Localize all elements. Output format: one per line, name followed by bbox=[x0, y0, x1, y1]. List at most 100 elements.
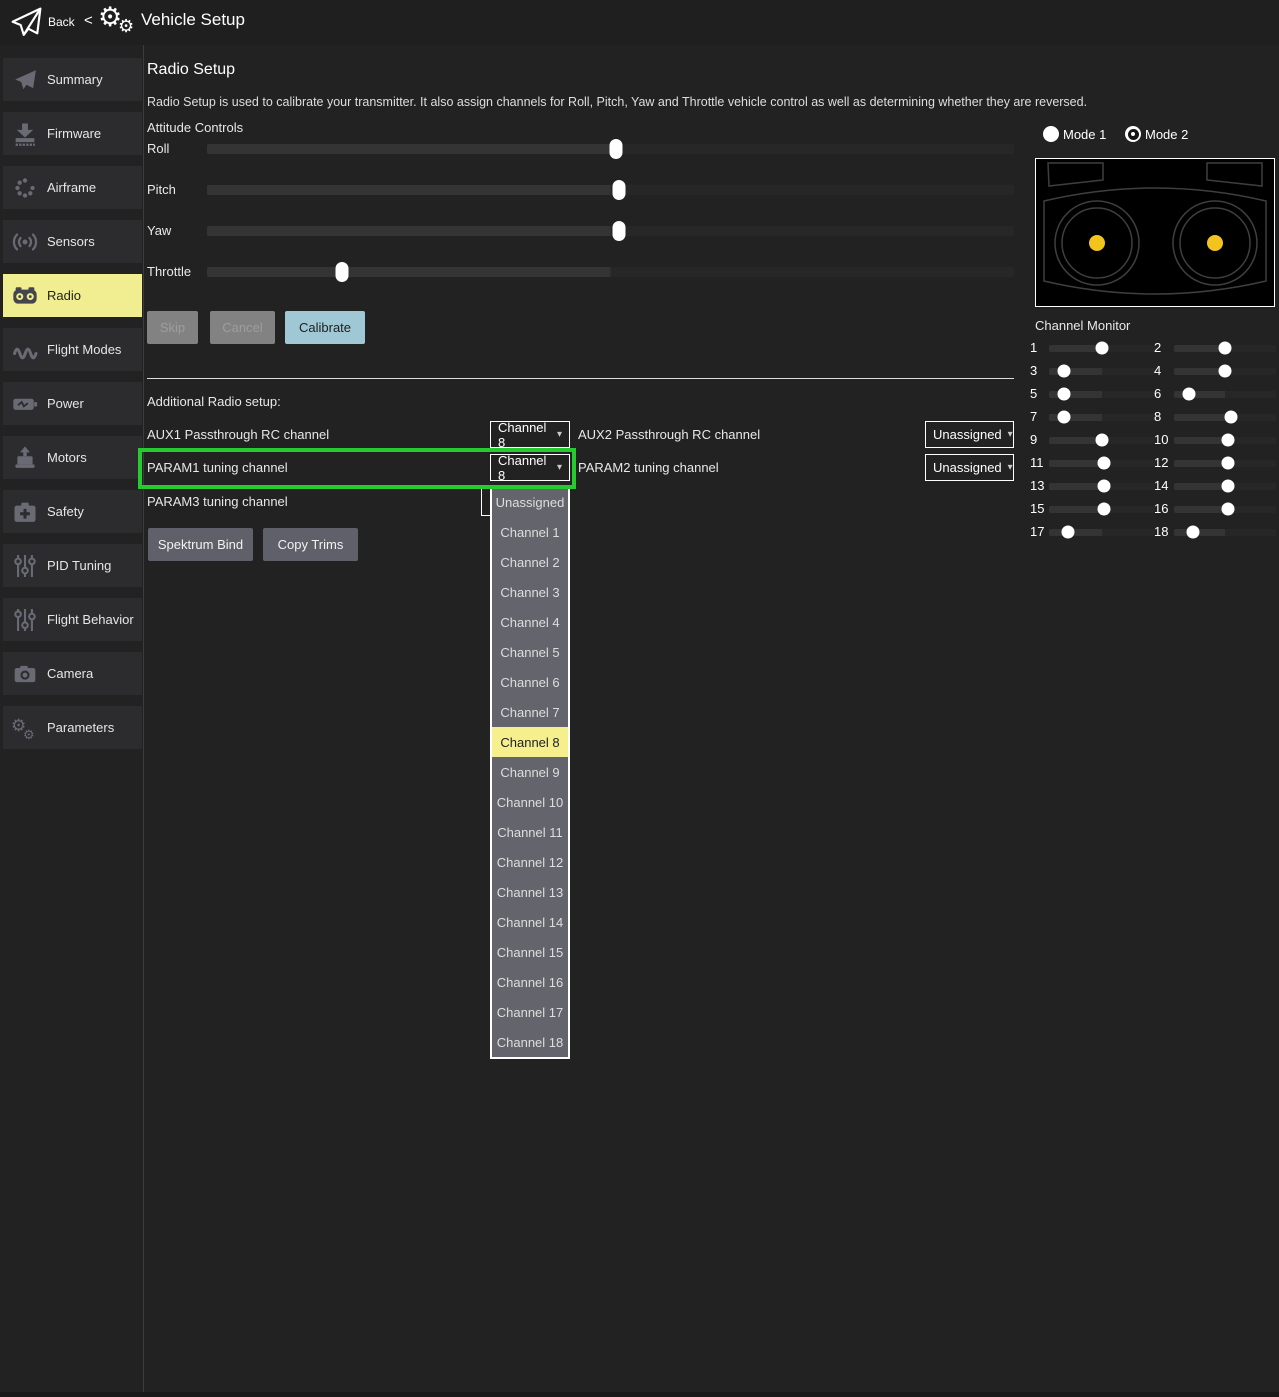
caret-down-icon: ▾ bbox=[1008, 463, 1013, 473]
menu-item-channel-9[interactable]: Channel 9 bbox=[492, 757, 568, 787]
channel-13-bar bbox=[1049, 483, 1155, 490]
channel-12-number: 12 bbox=[1154, 455, 1172, 470]
channel-9-number: 9 bbox=[1030, 432, 1048, 447]
channel-18-indicator bbox=[1187, 526, 1200, 539]
channel-18-number: 18 bbox=[1154, 524, 1172, 539]
airframe-dots-icon bbox=[3, 174, 47, 202]
channel-16-indicator bbox=[1222, 503, 1235, 516]
sidebar-item-summary[interactable]: Summary bbox=[3, 58, 142, 101]
param2-tuning-channel-dropdown[interactable]: Unassigned ▾ bbox=[925, 454, 1014, 481]
sidebar-item-safety[interactable]: Safety bbox=[3, 490, 142, 533]
sidebar-item-power[interactable]: Power bbox=[3, 382, 142, 425]
sidebar-item-motors[interactable]: Motors bbox=[3, 436, 142, 479]
yaw-slider-thumb[interactable] bbox=[613, 221, 626, 241]
mode-1-radio[interactable] bbox=[1043, 126, 1059, 142]
sidebar-item-sensors[interactable]: Sensors bbox=[3, 220, 142, 263]
channel-8-number: 8 bbox=[1154, 409, 1172, 424]
menu-item-channel-10[interactable]: Channel 10 bbox=[492, 787, 568, 817]
sidebar-item-label: Summary bbox=[47, 72, 103, 87]
slider-label-pitch: Pitch bbox=[147, 182, 176, 197]
menu-item-channel-13[interactable]: Channel 13 bbox=[492, 877, 568, 907]
dropdown-value: Unassigned bbox=[933, 460, 1002, 475]
section-divider bbox=[147, 378, 1014, 379]
aux2-passthrough-rc-channel-label: AUX2 Passthrough RC channel bbox=[578, 427, 760, 442]
tuning-sliders-icon bbox=[3, 551, 47, 581]
calibrate-button[interactable]: Calibrate bbox=[285, 311, 365, 344]
copy-trims-button[interactable]: Copy Trims bbox=[263, 528, 358, 561]
menu-item-channel-8[interactable]: Channel 8 bbox=[492, 727, 568, 757]
back-button[interactable]: Back bbox=[48, 15, 75, 29]
param2-tuning-channel-label: PARAM2 tuning channel bbox=[578, 460, 719, 475]
menu-item-channel-18[interactable]: Channel 18 bbox=[492, 1027, 568, 1057]
menu-item-channel-5[interactable]: Channel 5 bbox=[492, 637, 568, 667]
vehicle-setup-gear-icon-small: ⚙ bbox=[118, 16, 134, 37]
channel-3-indicator bbox=[1057, 365, 1070, 378]
page-header-title: Vehicle Setup bbox=[141, 10, 245, 30]
menu-item-unassigned[interactable]: Unassigned bbox=[492, 487, 568, 517]
menu-item-channel-17[interactable]: Channel 17 bbox=[492, 997, 568, 1027]
sidebar-item-firmware[interactable]: Firmware bbox=[3, 112, 142, 155]
sidebar-item-label: Flight Modes bbox=[47, 342, 121, 357]
channel-5-bar bbox=[1049, 391, 1155, 398]
paper-plane-icon bbox=[3, 67, 47, 93]
caret-down-icon: ▾ bbox=[557, 463, 562, 473]
behavior-sliders-icon bbox=[3, 605, 47, 635]
menu-item-channel-4[interactable]: Channel 4 bbox=[492, 607, 568, 637]
sidebar-item-airframe[interactable]: Airframe bbox=[3, 166, 142, 209]
camera-icon bbox=[3, 661, 47, 687]
menu-item-channel-12[interactable]: Channel 12 bbox=[492, 847, 568, 877]
channel-2-number: 2 bbox=[1154, 340, 1172, 355]
sidebar-item-pid-tuning[interactable]: PID Tuning bbox=[3, 544, 142, 587]
sidebar-item-label: Flight Behavior bbox=[47, 612, 134, 627]
throttle-slider[interactable] bbox=[207, 267, 1014, 277]
roll-slider-thumb[interactable] bbox=[610, 139, 623, 159]
menu-item-channel-16[interactable]: Channel 16 bbox=[492, 967, 568, 997]
slider-label-throttle: Throttle bbox=[147, 264, 191, 279]
mode-2-radio[interactable] bbox=[1125, 126, 1141, 142]
pitch-slider-thumb[interactable] bbox=[612, 180, 625, 200]
window-bottom-edge bbox=[0, 1392, 1279, 1397]
channel-4-indicator bbox=[1219, 365, 1232, 378]
attitude-controls-label: Attitude Controls bbox=[147, 120, 243, 135]
menu-item-channel-3[interactable]: Channel 3 bbox=[492, 577, 568, 607]
dropdown-value: Unassigned bbox=[933, 427, 1002, 442]
menu-item-channel-11[interactable]: Channel 11 bbox=[492, 817, 568, 847]
menu-item-channel-6[interactable]: Channel 6 bbox=[492, 667, 568, 697]
param3-tuning-channel-label: PARAM3 tuning channel bbox=[147, 494, 288, 509]
aux1-passthrough-rc-channel-dropdown[interactable]: Channel 8▾ bbox=[490, 421, 570, 448]
roll-slider[interactable] bbox=[207, 144, 1014, 154]
yaw-slider[interactable] bbox=[207, 226, 1014, 236]
throttle-slider-thumb[interactable] bbox=[335, 262, 348, 282]
channel-17-bar bbox=[1049, 529, 1155, 536]
channel-1-indicator bbox=[1096, 342, 1109, 355]
sidebar-item-flight-behavior[interactable]: Flight Behavior bbox=[3, 598, 142, 641]
sidebar-item-label: PID Tuning bbox=[47, 558, 111, 573]
dropdown-value: Channel 8 bbox=[498, 453, 551, 483]
channel-16-bar bbox=[1174, 506, 1276, 513]
menu-item-channel-2[interactable]: Channel 2 bbox=[492, 547, 568, 577]
sidebar-item-flight-modes[interactable]: Flight Modes bbox=[3, 328, 142, 371]
motors-icon bbox=[3, 444, 47, 472]
channel-8-bar bbox=[1174, 414, 1276, 421]
spektrum-bind-button[interactable]: Spektrum Bind bbox=[148, 528, 253, 561]
param1-tuning-channel-dropdown[interactable]: Channel 8 ▾ bbox=[490, 454, 570, 481]
menu-item-channel-1[interactable]: Channel 1 bbox=[492, 517, 568, 547]
channel-3-number: 3 bbox=[1030, 363, 1048, 378]
channel-4-bar bbox=[1174, 368, 1276, 375]
sidebar-item-parameters[interactable]: ⚙⚙Parameters bbox=[3, 706, 142, 749]
aux2-passthrough-rc-channel-dropdown[interactable]: Unassigned▾ bbox=[925, 421, 1014, 448]
pitch-slider[interactable] bbox=[207, 185, 1014, 195]
channel-7-bar bbox=[1049, 414, 1155, 421]
menu-item-channel-15[interactable]: Channel 15 bbox=[492, 937, 568, 967]
sidebar-item-radio[interactable]: Radio bbox=[3, 274, 142, 317]
cancel-button[interactable]: Cancel bbox=[210, 311, 275, 344]
channel-5-indicator bbox=[1057, 388, 1070, 401]
channel-11-indicator bbox=[1098, 457, 1111, 470]
slider-label-yaw: Yaw bbox=[147, 223, 171, 238]
menu-item-channel-7[interactable]: Channel 7 bbox=[492, 697, 568, 727]
menu-item-channel-14[interactable]: Channel 14 bbox=[492, 907, 568, 937]
skip-button[interactable]: Skip bbox=[147, 311, 198, 344]
channel-12-indicator bbox=[1222, 457, 1235, 470]
sidebar-item-label: Safety bbox=[47, 504, 84, 519]
sidebar-item-camera[interactable]: Camera bbox=[3, 652, 142, 695]
